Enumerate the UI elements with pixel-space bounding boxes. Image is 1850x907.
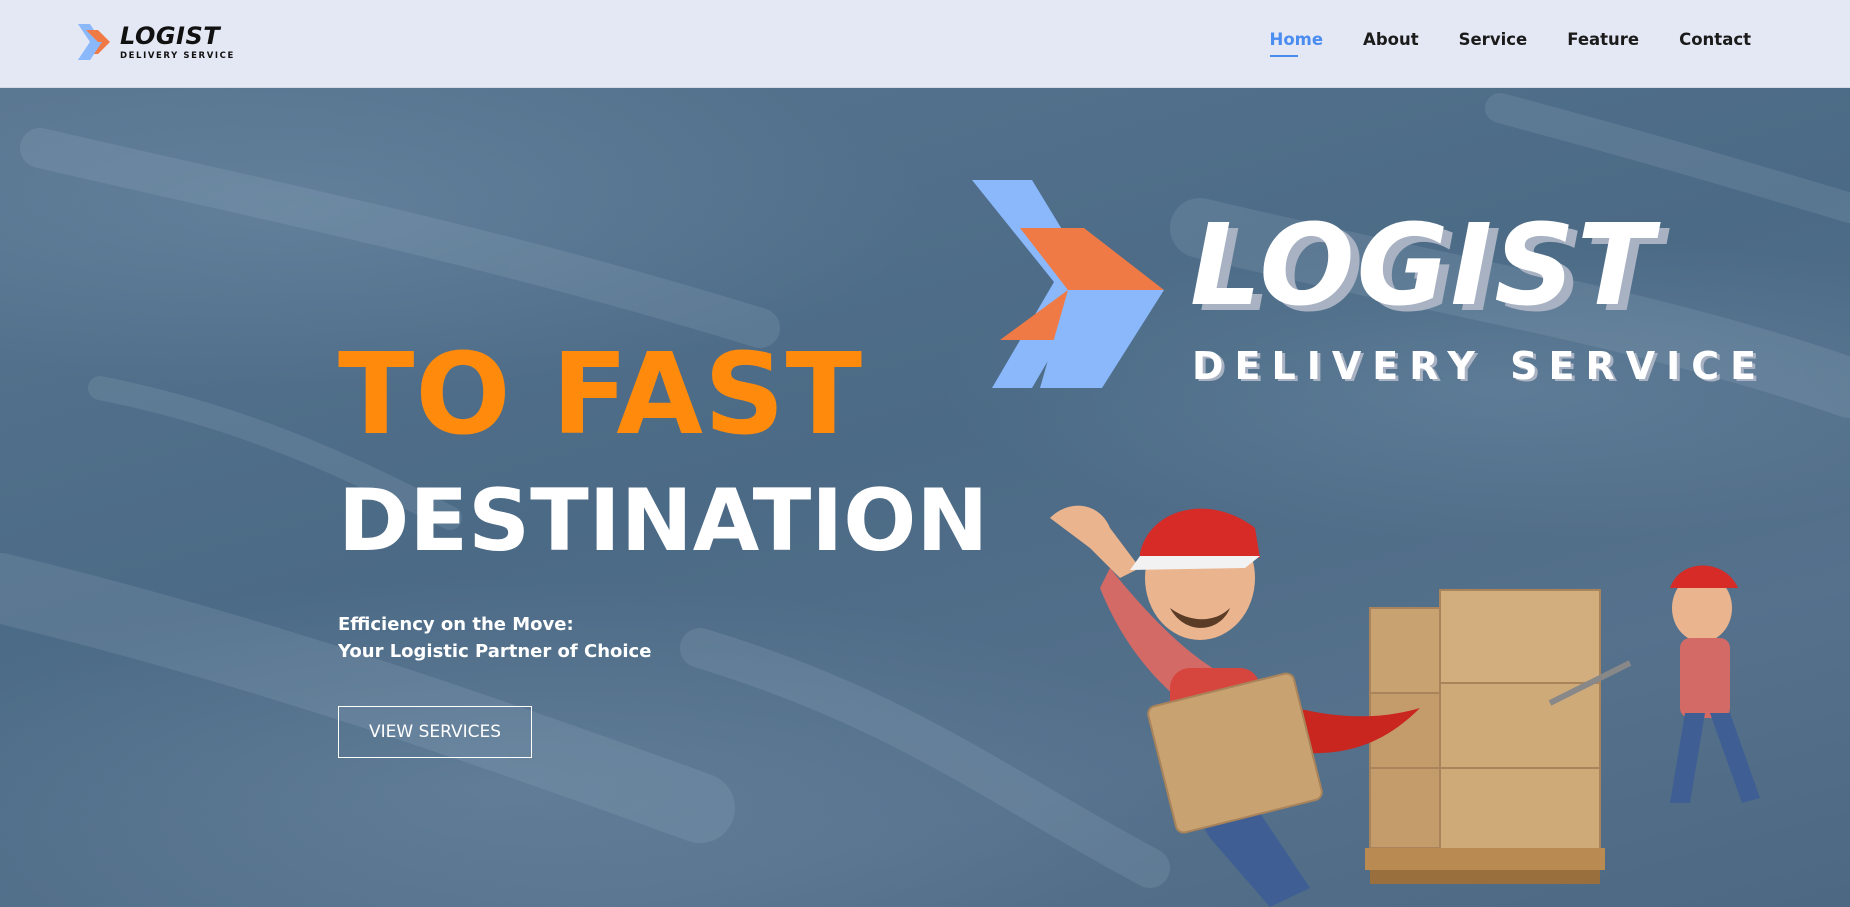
hero-subtitle: Efficiency on the Move: Your Logistic Pa…: [338, 611, 651, 665]
brand-name: LOGIST: [120, 22, 221, 50]
hero-section: LOGIST DELIVERY SERVICE TO FAST DESTINAT…: [0, 88, 1850, 907]
delivery-man-with-boxes-illustration: [1050, 505, 1760, 907]
nav-service[interactable]: Service: [1459, 30, 1528, 57]
site-header: LOGIST DELIVERY SERVICE Home About Servi…: [0, 0, 1850, 88]
boxes-stack-icon: [1365, 589, 1605, 884]
double-chevron-icon: [78, 24, 110, 60]
hero-logo-tagline: DELIVERY SERVICE: [1192, 344, 1768, 388]
hero-logo-word: LOGIST: [1190, 201, 1656, 331]
hero-subtitle-line-2: Your Logistic Partner of Choice: [338, 641, 652, 662]
brand-tagline: DELIVERY SERVICE: [120, 51, 235, 61]
nav-feature[interactable]: Feature: [1567, 30, 1639, 57]
main-nav: Home About Service Feature Contact: [1269, 30, 1751, 57]
nav-contact[interactable]: Contact: [1679, 30, 1751, 57]
hero-subtitle-line-1: Efficiency on the Move:: [338, 614, 574, 635]
hero-headline-1: TO FAST: [338, 330, 863, 460]
hero-headline-2: DESTINATION: [338, 471, 989, 571]
nav-home[interactable]: Home: [1269, 30, 1323, 57]
view-services-button[interactable]: VIEW SERVICES: [338, 706, 532, 758]
brand-logo[interactable]: LOGIST DELIVERY SERVICE: [76, 18, 233, 66]
delivery-man-icon: [1050, 505, 1323, 907]
nav-about[interactable]: About: [1363, 30, 1419, 57]
